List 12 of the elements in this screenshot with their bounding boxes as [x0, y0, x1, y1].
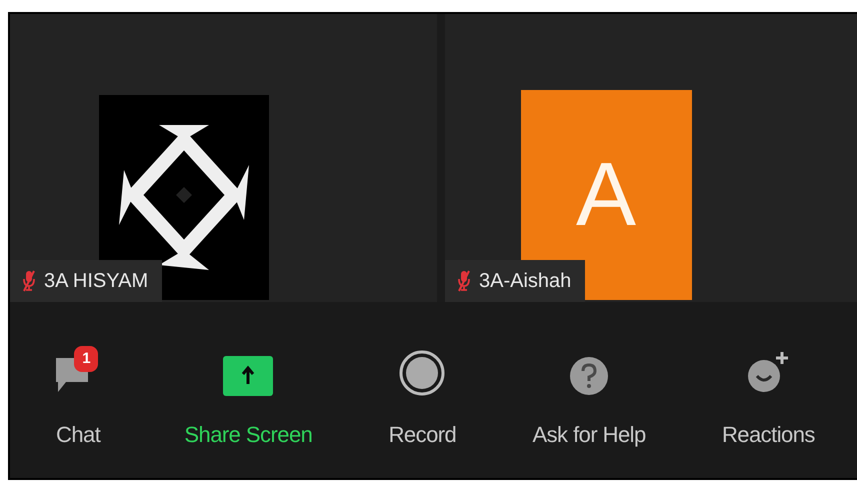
record-icon	[399, 350, 446, 396]
toolbar-button[interactable]: Reactions	[722, 346, 815, 451]
participant-name: 3A-Aishah	[479, 269, 572, 294]
toolbar-button[interactable]: Record	[388, 346, 456, 451]
toolbar-button[interactable]: 1 Chat	[48, 346, 108, 451]
toolbar-button[interactable]: Ask for Help	[532, 346, 646, 451]
participant-name: 3A HISYAM	[44, 269, 148, 294]
muted-mic-icon	[22, 270, 36, 292]
notification-badge: 1	[74, 346, 98, 372]
question-icon	[569, 356, 610, 396]
muted-mic-icon	[457, 270, 471, 292]
toolbar-button[interactable]: Share Screen	[184, 346, 312, 451]
